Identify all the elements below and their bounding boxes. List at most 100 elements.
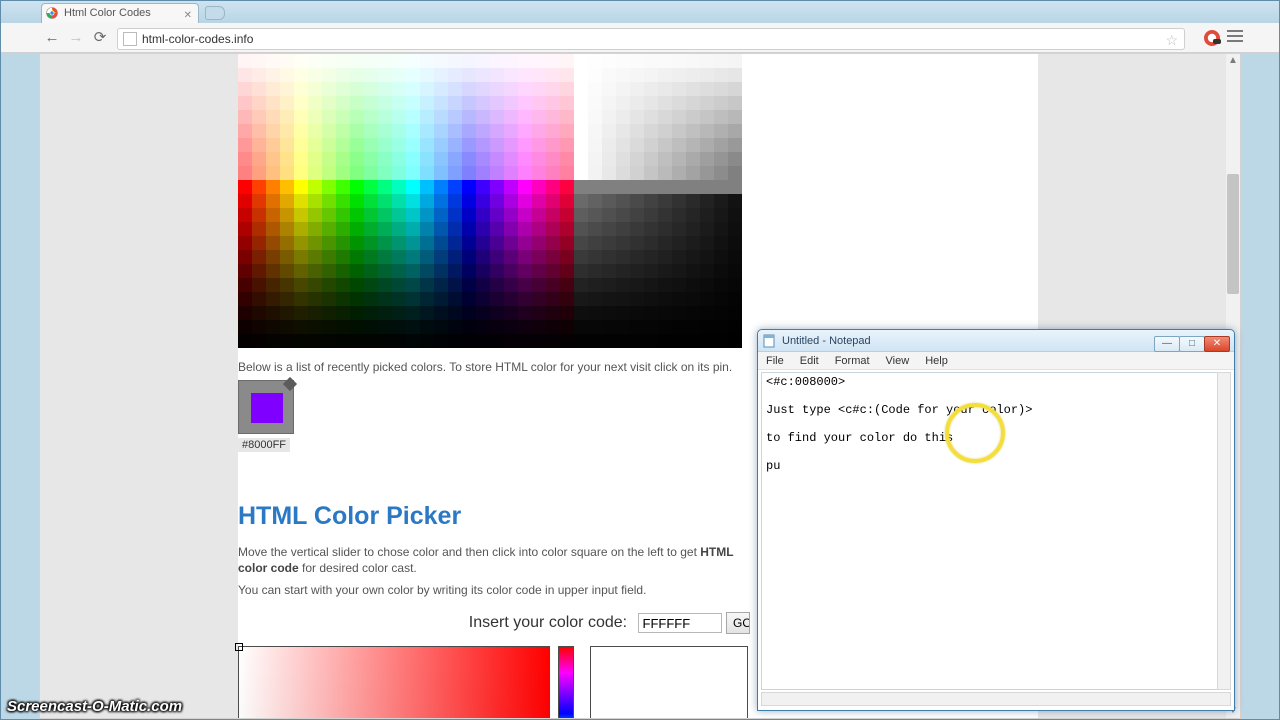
color-cell[interactable] bbox=[280, 292, 294, 306]
color-cell[interactable] bbox=[378, 306, 392, 320]
color-cell[interactable] bbox=[308, 110, 322, 124]
color-cell[interactable] bbox=[350, 320, 364, 334]
color-cell[interactable] bbox=[588, 236, 602, 250]
color-cell[interactable] bbox=[490, 54, 504, 68]
color-cell[interactable] bbox=[630, 236, 644, 250]
address-bar[interactable]: html-color-codes.info ☆ bbox=[117, 28, 1185, 50]
color-cell[interactable] bbox=[672, 208, 686, 222]
color-cell[interactable] bbox=[336, 292, 350, 306]
color-cell[interactable] bbox=[574, 194, 588, 208]
color-cell[interactable] bbox=[644, 180, 658, 194]
color-cell[interactable] bbox=[392, 236, 406, 250]
color-cell[interactable] bbox=[546, 320, 560, 334]
color-cell[interactable] bbox=[532, 194, 546, 208]
color-cell[interactable] bbox=[504, 54, 518, 68]
saturation-value-box[interactable] bbox=[238, 646, 550, 719]
color-cell[interactable] bbox=[252, 334, 266, 348]
chrome-menu-icon[interactable] bbox=[1227, 30, 1243, 44]
color-cell[interactable] bbox=[714, 208, 728, 222]
color-cell[interactable] bbox=[392, 264, 406, 278]
color-cell[interactable] bbox=[364, 124, 378, 138]
color-cell[interactable] bbox=[658, 278, 672, 292]
color-cell[interactable] bbox=[434, 250, 448, 264]
color-cell[interactable] bbox=[392, 320, 406, 334]
color-cell[interactable] bbox=[406, 278, 420, 292]
color-cell[interactable] bbox=[364, 82, 378, 96]
color-cell[interactable] bbox=[322, 166, 336, 180]
color-cell[interactable] bbox=[686, 334, 700, 348]
color-cell[interactable] bbox=[672, 82, 686, 96]
color-cell[interactable] bbox=[378, 166, 392, 180]
color-cell[interactable] bbox=[420, 236, 434, 250]
color-cell[interactable] bbox=[546, 68, 560, 82]
color-cell[interactable] bbox=[672, 292, 686, 306]
color-cell[interactable] bbox=[504, 110, 518, 124]
color-cell[interactable] bbox=[532, 110, 546, 124]
color-cell[interactable] bbox=[644, 334, 658, 348]
color-cell[interactable] bbox=[476, 82, 490, 96]
notepad-window[interactable]: Untitled - Notepad —□✕ FileEditFormatVie… bbox=[757, 329, 1235, 711]
color-cell[interactable] bbox=[602, 334, 616, 348]
color-cell[interactable] bbox=[728, 320, 742, 334]
color-cell[interactable] bbox=[490, 96, 504, 110]
color-cell[interactable] bbox=[238, 334, 252, 348]
color-cell[interactable] bbox=[546, 292, 560, 306]
color-cell[interactable] bbox=[322, 292, 336, 306]
color-cell[interactable] bbox=[588, 96, 602, 110]
color-cell[interactable] bbox=[294, 264, 308, 278]
color-cell[interactable] bbox=[392, 208, 406, 222]
color-cell[interactable] bbox=[518, 110, 532, 124]
color-cell[interactable] bbox=[266, 96, 280, 110]
color-cell[interactable] bbox=[322, 306, 336, 320]
color-cell[interactable] bbox=[406, 54, 420, 68]
color-cell[interactable] bbox=[420, 334, 434, 348]
color-cell[interactable] bbox=[294, 250, 308, 264]
color-cell[interactable] bbox=[714, 54, 728, 68]
color-cell[interactable] bbox=[294, 96, 308, 110]
color-cell[interactable] bbox=[294, 82, 308, 96]
color-cell[interactable] bbox=[350, 236, 364, 250]
color-cell[interactable] bbox=[616, 166, 630, 180]
color-cell[interactable] bbox=[322, 110, 336, 124]
color-cell[interactable] bbox=[672, 222, 686, 236]
color-cell[interactable] bbox=[336, 264, 350, 278]
color-cell[interactable] bbox=[728, 236, 742, 250]
color-cell[interactable] bbox=[602, 264, 616, 278]
color-cell[interactable] bbox=[476, 110, 490, 124]
color-cell[interactable] bbox=[322, 236, 336, 250]
color-cell[interactable] bbox=[434, 180, 448, 194]
color-cell[interactable] bbox=[238, 194, 252, 208]
color-cell[interactable] bbox=[378, 82, 392, 96]
color-cell[interactable] bbox=[532, 124, 546, 138]
color-cell[interactable] bbox=[504, 68, 518, 82]
color-cell[interactable] bbox=[672, 320, 686, 334]
color-cell[interactable] bbox=[336, 124, 350, 138]
color-cell[interactable] bbox=[686, 54, 700, 68]
color-cell[interactable] bbox=[532, 250, 546, 264]
color-cell[interactable] bbox=[630, 334, 644, 348]
color-cell[interactable] bbox=[504, 82, 518, 96]
color-cell[interactable] bbox=[574, 96, 588, 110]
color-cell[interactable] bbox=[420, 208, 434, 222]
color-cell[interactable] bbox=[420, 138, 434, 152]
color-cell[interactable] bbox=[658, 68, 672, 82]
color-cell[interactable] bbox=[630, 180, 644, 194]
color-cell[interactable] bbox=[420, 292, 434, 306]
color-cell[interactable] bbox=[686, 194, 700, 208]
color-cell[interactable] bbox=[532, 278, 546, 292]
color-cell[interactable] bbox=[462, 152, 476, 166]
color-cell[interactable] bbox=[560, 320, 574, 334]
color-cell[interactable] bbox=[476, 292, 490, 306]
color-cell[interactable] bbox=[546, 180, 560, 194]
color-cell[interactable] bbox=[322, 194, 336, 208]
color-cell[interactable] bbox=[294, 292, 308, 306]
color-cell[interactable] bbox=[392, 180, 406, 194]
color-cell[interactable] bbox=[532, 138, 546, 152]
color-cell[interactable] bbox=[252, 320, 266, 334]
color-cell[interactable] bbox=[490, 306, 504, 320]
color-cell[interactable] bbox=[658, 264, 672, 278]
color-cell[interactable] bbox=[476, 138, 490, 152]
color-cell[interactable] bbox=[266, 222, 280, 236]
color-cell[interactable] bbox=[378, 264, 392, 278]
color-cell[interactable] bbox=[294, 320, 308, 334]
